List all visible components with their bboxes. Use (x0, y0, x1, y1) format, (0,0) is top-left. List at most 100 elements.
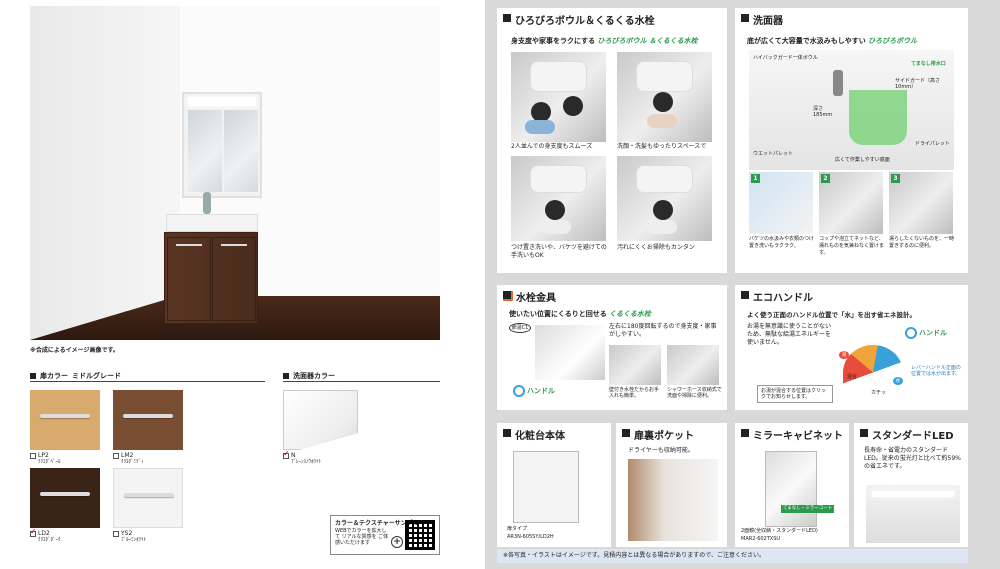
label-water: 水 (893, 377, 903, 385)
footer-note: ※各写真・イラストはイメージです。見積内容とは異なる場合がありますので、ご注意く… (497, 549, 968, 563)
checkbox-checked[interactable] (283, 450, 290, 459)
label-guard: ハイバックガード一体ボウル (753, 55, 818, 61)
checkbox[interactable] (30, 452, 36, 459)
label-click: カチッ (871, 390, 887, 396)
body-type: 扉タイプ (507, 526, 528, 532)
eco-handle-logo: ハンドル (905, 327, 947, 339)
pocket-desc: ドライヤーも収納可能。 (628, 447, 694, 454)
card-standard-led: スタンダードLED 長寿命・省電力のスタンダードLED。従来の蛍光灯と比べて約5… (854, 423, 968, 547)
swatch-lp2[interactable] (30, 390, 100, 450)
mirror-model: MAR2-602TXSU (741, 536, 781, 542)
caption-4: 汚れにくくお掃除もカンタン (617, 244, 695, 251)
label-wide: 広くて作業しやすい底面 (835, 157, 890, 163)
mirror-pane (224, 110, 258, 192)
cabinet-door (167, 237, 211, 321)
checkbox[interactable] (113, 530, 119, 537)
mirror-pane (188, 110, 222, 192)
card-title: ひろびろボウル＆くるくる水栓 (497, 8, 655, 30)
caption-1: 2人並んでの身支度もスムーズ (511, 143, 593, 150)
card-mirror-cabinet: ミラーキャビネット てまなし・ミラーコート 2面鏡(全収納・スタンダードLED)… (735, 423, 849, 547)
swatch-ld2[interactable] (30, 468, 100, 528)
eco-lever-text: レバーハンドル正面の位置では水が出ます。 (911, 365, 961, 377)
label-depth: 深さ185mm (813, 106, 833, 118)
label-side: サイドガード（高さ10mm） (895, 78, 941, 90)
door-handle-bar (40, 414, 90, 418)
door-handle-bar (124, 493, 174, 497)
label-wet: ウエットパレット (753, 151, 794, 157)
photo-shower-hose (667, 345, 719, 385)
faucet-cap2: シャワーホース収納式で洗面や掃除に便利。 (667, 387, 722, 399)
photo-cleaning (617, 156, 712, 241)
card-basin: 洗面器 底が広くて大容量で水汲みもしやすい ひろびろボウル ハイバックガード一体… (735, 8, 968, 273)
swatch-label-ld2: LD2 ｸﾘｴﾀﾞﾀﾞｰｸ (30, 528, 61, 544)
card-lead: 底が広くて大容量で水汲みもしやすい ひろびろボウル (747, 37, 918, 45)
door-color-header: 扉カラー ミドルグレード (30, 370, 265, 382)
card-title: エコハンドル (735, 285, 813, 307)
section-marker-icon (30, 372, 36, 379)
swatch-ys2[interactable] (113, 468, 183, 528)
checkbox[interactable] (113, 452, 119, 459)
card-title: 洗面器 (735, 8, 783, 30)
step-2-text: コップや泡立てネットなど、濡れものを気兼ねなく置けます。 (819, 236, 885, 256)
swatch-lm2[interactable] (113, 390, 183, 450)
texture-sample-box[interactable]: カラー＆テクスチャーサンプル WEBでカラーを拡大して リアルな質感を ご体感い… (330, 515, 440, 555)
swatch-label-lp2: LP2 ｸﾘｴﾀﾞﾍﾟｰﾙ (30, 452, 61, 466)
card-door-pocket: 扉裏ポケット ドライヤーも収納可能。 (616, 423, 727, 547)
step-number: 1 (751, 174, 760, 183)
faucet-rotation-illustration (535, 325, 605, 380)
card-faucet: 水水栓金具 使いたい位置にくるりと回せる くるくる水栓 節湯C1 左右に180度… (497, 285, 727, 410)
swatch-basin-n[interactable] (283, 390, 358, 450)
label-dry: ドライパレット (915, 141, 950, 147)
vanity-cabinet (164, 232, 258, 324)
left-page: ※合成によるイメージ画像です。 扉カラー ミドルグレード LP2 ｸﾘｴﾀﾞﾍﾟ… (0, 0, 470, 569)
card-body: 化粧台本体 扉タイプ AR3N-605SY/LD2H (497, 423, 611, 547)
label-hot: 湯 (839, 351, 849, 359)
led-light (872, 491, 954, 497)
card-title: 化粧台本体 (497, 423, 565, 445)
room-photo (30, 6, 440, 340)
vanity-mirror-cabinet (182, 92, 262, 198)
card-eco-handle: エコハンドル よく使う正面のハンドル位置で「水」を出す省エネ設計。 お湯を無意識… (735, 285, 968, 410)
body-drawing (513, 451, 579, 523)
label-mix: 混合 (847, 374, 858, 380)
photo-led (866, 485, 960, 543)
vanity-led-light (188, 97, 256, 106)
body-model: AR3N-605SY/LD2H (507, 534, 554, 540)
card-title: ミラーキャビネット (735, 423, 843, 445)
faucet-icon (833, 70, 843, 96)
photo-bucket (511, 156, 606, 241)
card-title: スタンダードLED (854, 423, 954, 445)
faucet-badge-icon: 水 (503, 291, 513, 301)
plus-icon: + (391, 536, 403, 548)
door-color-title: 扉カラー (40, 371, 68, 380)
basin-color-title: 洗面器カラー (293, 371, 335, 380)
faucet-desc: 左右に180度回転するので身支度・家事がしやすい。 (609, 323, 717, 338)
vanity-basin (166, 214, 258, 232)
qr-code-icon[interactable] (405, 520, 435, 550)
mirror-desc: 2面鏡(全収納・スタンダードLED) (741, 528, 818, 534)
caption-3: つけ置き洗いや、バケツを避けての手洗いもOK (511, 244, 607, 259)
basin-color-header: 洗面器カラー (283, 370, 440, 382)
step-number: 3 (891, 174, 900, 183)
eco-desc: お湯を無意識に使うことがないため、無駄な給湯エネルギーを使いません。 (747, 323, 832, 346)
eco-handle-logo: ハンドル (513, 385, 555, 397)
room-wall-left (30, 6, 180, 340)
card-title: 水水栓金具 (497, 285, 556, 307)
cabinet-door (212, 237, 256, 321)
card-bowl-faucet: ひろびろボウル＆くるくる水栓 身支度や家事をラクにする ひろびろボウル ＆くるく… (497, 8, 727, 273)
image-caption: ※合成によるイメージ画像です。 (30, 347, 119, 354)
photo-pocket (628, 459, 718, 541)
section-marker-icon (283, 372, 289, 379)
led-desc: 長寿命・省電力のスタンダードLED。従来の蛍光灯と比べて約59%の省エネです。 (864, 447, 961, 470)
photo-wall-faucet (609, 345, 661, 385)
swatch-label-lm2: LM2 ｸﾘｴﾀﾞﾐﾃﾞｨ (113, 452, 144, 466)
photo-face-wash (617, 52, 712, 142)
eco-note: お湯が混合する位置はクリックでお知らせします。 (757, 385, 833, 403)
card-lead: 使いたい位置にくるりと回せる くるくる水栓 (509, 310, 651, 318)
swatch-label-ys2: YS2 ﾌﾞﾙｰﾐﾝﾎﾜｲﾄ (113, 530, 146, 544)
bucket-icon (849, 90, 907, 145)
checkbox-checked[interactable] (30, 528, 37, 537)
step-1-text: バケツの水汲みや衣類のつけ置き洗いもラクラク。 (749, 236, 815, 249)
label-tenaru: てまなし排水口 (911, 61, 946, 67)
photo-two-people (511, 52, 606, 142)
